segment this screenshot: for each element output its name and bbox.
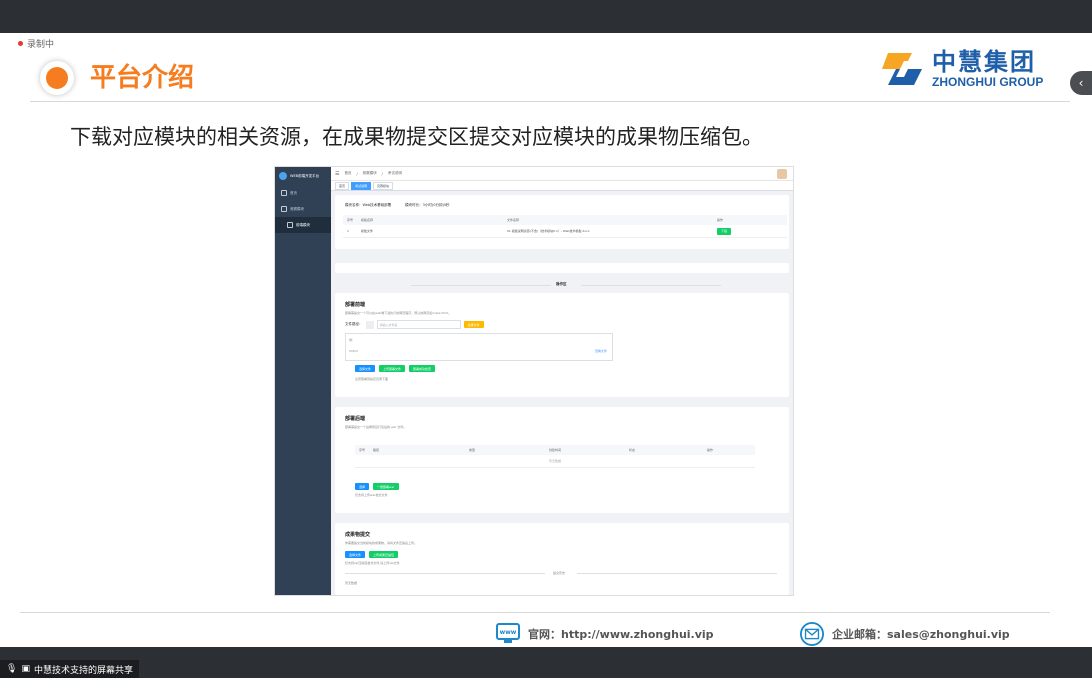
spacer-card <box>335 263 789 273</box>
logo-cn: 中慧集团 <box>932 48 1036 76</box>
svg-text:www: www <box>500 629 517 636</box>
module-info-card: 模块名称：Web技术基础部署 模块时长：3小时(0分钟)5秒 序号 模板名称 文… <box>335 195 789 249</box>
website-text: 官网：http://www.zhonghui.vip <box>528 628 714 641</box>
screen-share-indicator[interactable]: 🎙 ▣ 中慧技术支持的屏幕共享 <box>0 660 139 678</box>
select-file-button[interactable]: 选择文件 <box>355 365 376 372</box>
app-title: WEB前端开发平台 <box>290 173 320 178</box>
logo-en: ZHONGHUI GROUP <box>932 75 1044 89</box>
submit-history-label: 提交历史 <box>553 571 566 575</box>
deploy-frontend-desc: 部署需提交一个可以在web端下载执行的网页程序，预认的网页如index.html… <box>345 311 452 315</box>
breadcrumb-module[interactable]: 竞赛模块 <box>363 171 377 176</box>
sidebar-item-competition[interactable]: 竞赛模块 <box>275 201 331 217</box>
hamburger-icon[interactable]: ☰ <box>335 171 339 177</box>
module-time: 模块时长：3小时(0分钟)5秒 <box>405 203 450 207</box>
resource-table-header: 序号 模板名称 文件名称 操作 <box>343 215 787 225</box>
app-sidebar: WEB前端开发平台 首页 竞赛模块 前端模块 <box>275 167 331 595</box>
bottom-bar <box>0 647 1092 678</box>
breadcrumb-current: 考试说明 <box>387 171 402 175</box>
record-dot-icon <box>18 41 23 46</box>
upload-deploy-button[interactable]: 上传部署文件 <box>379 365 406 372</box>
folder-icon <box>365 320 374 329</box>
breadcrumb-home[interactable]: 首页 <box>344 171 351 176</box>
deploy-backend-card: 部署后端 部署需提交一个后端项目打包后的 war 文件。 序号 路径 类型 创建… <box>335 407 789 513</box>
top-bar <box>0 0 1092 33</box>
op-zone-label: 操作区 <box>556 282 567 286</box>
file-path-input[interactable]: 请输入文件名 <box>376 320 461 329</box>
presentation-slide: 录制中 平台介绍 中慧集团 ZHONGHUI GROUP ‹ 下载对应模块的相关… <box>0 33 1092 647</box>
empty-row: 暂无数据 <box>355 455 755 468</box>
recording-indicator: 录制中 <box>18 37 54 50</box>
title-bullet-icon <box>40 61 74 95</box>
preview-file-name: Chtml <box>349 349 358 353</box>
avatar[interactable] <box>777 169 787 179</box>
select-war-button[interactable]: 选择 <box>355 483 370 490</box>
submit-result-note: 仅支持zip压缩包格式文件,请上传zip文件 <box>345 561 400 565</box>
footer-divider <box>20 612 1050 613</box>
recording-label: 录制中 <box>27 40 55 50</box>
sidebar-item-frontend[interactable]: 前端模块 <box>275 217 331 233</box>
deploy-backend-note: 仅支持上传war格式文件 <box>355 493 388 497</box>
email-text: 企业邮箱：sales@zhonghui.vip <box>832 628 1010 641</box>
tag-home[interactable]: 首页 <box>335 181 350 190</box>
submit-result-title: 成果物提交 <box>345 532 371 538</box>
deploy-frontend-title: 部署前端 <box>345 302 366 308</box>
app-header: ☰ 首页 / 竞赛模块 / 考试说明 <box>331 167 793 181</box>
footer-website: www 官网：http://www.zhonghui.vip <box>496 622 714 646</box>
war-table-header: 序号 路径 类型 创建时间 状态 操作 <box>355 445 755 455</box>
file-path-label: 文件路径： <box>345 322 363 326</box>
module-name: 模块名称：Web技术基础部署 <box>345 203 392 207</box>
home-icon <box>281 190 287 196</box>
download-button[interactable]: 下载 <box>717 227 732 235</box>
title-divider <box>30 101 1070 102</box>
submit-result-card: 成果物提交 你需要提交当前模块的成果物，请将文件压缩后上传。 选择文件 上传成果… <box>335 523 789 595</box>
app-main: ☰ 首页 / 竞赛模块 / 考试说明 首页 考试说明 竞赛模块 模块名称：Web… <box>331 167 793 595</box>
deploy-backend-title: 部署后端 <box>345 416 366 422</box>
screen-icon: ▣ <box>21 664 30 674</box>
website-icon: www <box>496 622 520 646</box>
table-row: 1 模板文件 01 模板说明资源(不含)（技术模块0.1）- Web技术模板.d… <box>343 225 787 238</box>
deploy-backend-desc: 部署需提交一个后端项目打包后的 war 文件。 <box>345 425 407 429</box>
footer-email: 企业邮箱：sales@zhonghui.vip <box>800 622 1010 646</box>
microphone-icon: 🎙 <box>6 664 18 674</box>
company-logo: 中慧集团 ZHONGHUI GROUP <box>882 43 1052 95</box>
module-icon <box>281 206 287 212</box>
deploy-frontend-card: 部署前端 部署需提交一个可以在web端下载执行的网页程序，预认的网页如index… <box>335 293 789 397</box>
sidebar-item-home[interactable]: 首页 <box>275 185 331 201</box>
slide-title: 平台介绍 <box>90 63 195 93</box>
history-empty: 暂无数据 <box>345 581 358 585</box>
check-deploy-button[interactable]: 部署成功检查 <box>409 365 436 372</box>
mail-icon <box>800 622 824 646</box>
tag-exam[interactable]: 考试说明 <box>351 181 372 190</box>
zhonghui-logo-icon <box>882 49 926 89</box>
share-label: 中慧技术支持的屏幕共享 <box>33 665 133 676</box>
view-file-link[interactable]: 查看文件 <box>595 349 607 353</box>
app-screenshot: WEB前端开发平台 首页 竞赛模块 前端模块 ☰ 首页 / 竞赛模块 / 考试说… <box>274 166 794 596</box>
upload-result-button[interactable]: 上传成果压缩包 <box>369 551 399 558</box>
submit-result-desc: 你需要提交当前模块的成果物，请将文件压缩后上传。 <box>345 541 418 545</box>
gear-icon <box>287 222 293 228</box>
tags-view: 首页 考试说明 竞赛模块 <box>331 181 793 191</box>
select-result-button[interactable]: 选择文件 <box>345 551 366 558</box>
choose-file-button[interactable]: 选择文件 <box>463 321 484 328</box>
file-preview-box: 例： Chtml 查看文件 <box>345 333 613 361</box>
slide-body-text: 下载对应模块的相关资源，在成果物提交区提交对应模块的成果物压缩包。 <box>70 125 763 149</box>
tag-module[interactable]: 竞赛模块 <box>373 181 394 190</box>
collapse-panel-button[interactable]: ‹ <box>1070 71 1092 95</box>
deploy-war-button[interactable]: 一键部署war <box>373 483 399 490</box>
deploy-frontend-note: 注意部署到指定目录下面 <box>355 377 389 381</box>
app-logo-icon <box>279 172 287 180</box>
app-logo: WEB前端开发平台 <box>275 167 331 185</box>
